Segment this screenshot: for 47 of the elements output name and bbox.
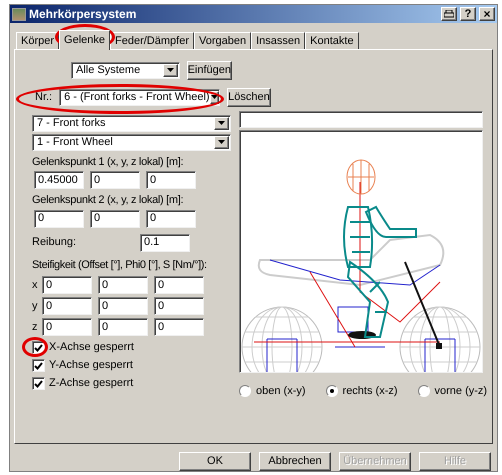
- field-label: Gelenkspunkt 2 (x, y, z lokal) [m]:: [32, 193, 184, 208]
- dropdown[interactable]: 1 - Front Wheel: [32, 134, 231, 151]
- dropdown[interactable]: 7 - Front forks: [32, 114, 231, 132]
- input-field[interactable]: 0: [90, 210, 140, 228]
- input-field[interactable]: 0: [34, 210, 84, 228]
- input-field[interactable]: 0: [146, 210, 196, 228]
- input-field[interactable]: 0: [98, 297, 148, 316]
- input-field[interactable]: 0: [98, 276, 148, 294]
- tab[interactable]: Gelenke: [59, 30, 110, 50]
- tab[interactable]: Vorgaben: [194, 32, 252, 49]
- tab[interactable]: Feder/Dämpfer: [110, 32, 194, 49]
- input-field[interactable]: 0: [154, 276, 204, 294]
- input-field[interactable]: 0: [42, 276, 92, 294]
- dialog-button[interactable]: Einfügen: [186, 60, 232, 80]
- close-button[interactable]: ×: [479, 7, 495, 21]
- input-field[interactable]: 0: [154, 318, 204, 336]
- input-field[interactable]: 0: [42, 318, 92, 336]
- input-field[interactable]: 0: [42, 297, 92, 316]
- input-field[interactable]: 0: [90, 171, 140, 190]
- radio-label: oben (x-y): [256, 384, 306, 399]
- tab[interactable]: Körper: [16, 32, 60, 49]
- input-field[interactable]: 0: [98, 318, 148, 336]
- checkbox-label: X-Achse gesperrt: [49, 340, 134, 356]
- dropdown[interactable]: Alle Systeme: [71, 62, 180, 79]
- radio-label: rechts (x-z): [342, 384, 398, 399]
- input-field[interactable]: 0.1: [140, 234, 190, 252]
- input-field[interactable]: 0.45000: [34, 171, 84, 190]
- axis-label: x: [32, 278, 38, 293]
- tab[interactable]: Insassen: [251, 32, 306, 49]
- field-label: Steifigkeit (Offset [°], Phi0 [°], S [Nm/°]):: [32, 258, 208, 273]
- dialog-button[interactable]: Abbrechen: [259, 452, 331, 471]
- dropdown[interactable]: 6 - (Front forks - Front Wheel): [59, 88, 220, 106]
- input-field[interactable]: 0: [154, 297, 204, 316]
- radio-label: vorne (y-z): [434, 384, 488, 399]
- field-label: Gelenkspunkt 1 (x, y, z lokal) [m]:: [32, 154, 184, 170]
- axis-label: z: [32, 320, 38, 335]
- dialog-button[interactable]: Löschen: [227, 88, 271, 107]
- field-label: Nr.:: [34, 90, 52, 105]
- field-label: Reibung:: [32, 235, 78, 250]
- axis-label: y: [32, 298, 38, 314]
- window-title: Mehrkörpersystem: [29, 6, 138, 23]
- dialog-button[interactable]: OK: [179, 452, 251, 471]
- tab[interactable]: Kontakte: [305, 32, 359, 49]
- checkbox-label: Y-Achse gesperrt: [49, 358, 133, 374]
- input-field[interactable]: 0: [146, 171, 196, 190]
- help-button[interactable]: ?: [460, 7, 476, 21]
- checkbox-label: Z-Achse gesperrt: [49, 376, 134, 392]
